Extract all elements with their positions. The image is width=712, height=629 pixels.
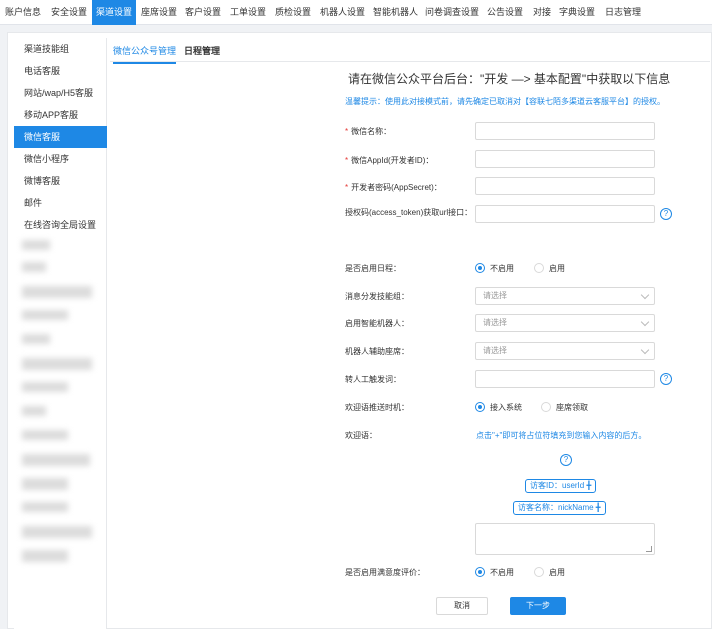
chevron-down-icon [640, 345, 650, 355]
top-nav: 账户信息 安全设置 渠道设置 座席设置 客户设置 工单设置 质检设置 机器人设置… [0, 0, 712, 25]
sidebar-item-email[interactable]: 邮件 [14, 192, 107, 214]
redacted-item [22, 454, 90, 466]
required-mark: * [345, 127, 349, 136]
nav-ticket-settings[interactable]: 工单设置 [230, 0, 266, 25]
sidebar-item-phone[interactable]: 电话客服 [14, 60, 107, 82]
tab-wechat-official-account[interactable]: 微信公众号管理 [113, 40, 177, 64]
redacted-item [22, 240, 50, 250]
sidebar-item-app[interactable]: 移动APP客服 [14, 104, 107, 126]
redacted-item [22, 526, 92, 538]
help-icon[interactable]: ? [560, 454, 572, 466]
schedule-off-label: 不启用 [490, 264, 514, 273]
appid-label: * 微信AppId(开发者ID)： [345, 156, 434, 165]
schedule-off-radio[interactable] [475, 263, 485, 273]
nav-security-settings[interactable]: 安全设置 [51, 0, 87, 25]
redacted-item [22, 310, 68, 320]
redacted-item [22, 382, 68, 392]
satisfaction-label: 是否启用满意度评价： [345, 568, 425, 577]
welcome-note: 点击"+"即可将占位符填充到您输入内容的后方。 [476, 431, 647, 440]
next-step-button[interactable]: 下一步 [510, 597, 566, 615]
redacted-item [22, 430, 68, 440]
sidebar-item-wechat[interactable]: 微信客服 [14, 126, 107, 148]
insert-userid-button[interactable]: 访客ID：userId ╋ [525, 479, 597, 493]
nav-survey-settings[interactable]: 问卷调查设置 [425, 0, 479, 25]
tab-schedule-management[interactable]: 日程管理 [184, 40, 220, 62]
required-mark: * [345, 156, 349, 165]
nav-integration[interactable]: 对接 [533, 0, 551, 25]
satisfaction-on-radio[interactable] [534, 567, 544, 577]
appsecret-label: * 开发者密码(AppSecret)： [345, 183, 442, 192]
nav-channel-settings[interactable]: 渠道设置 [92, 0, 136, 25]
sidebar-item-global-settings[interactable]: 在线咨询全局设置 [14, 214, 107, 236]
timing-access-radio[interactable] [475, 402, 485, 412]
schedule-on-radio[interactable] [534, 263, 544, 273]
wechat-name-input[interactable] [475, 122, 655, 140]
nav-dictionary-settings[interactable]: 字典设置 [559, 0, 595, 25]
nav-notice-settings[interactable]: 公告设置 [487, 0, 523, 25]
nav-seat-settings[interactable]: 座席设置 [141, 0, 177, 25]
sidebar-item-weibo[interactable]: 微博客服 [14, 170, 107, 192]
skill-group-select[interactable]: 请选择 [475, 287, 655, 305]
channel-sidebar: 渠道技能组 电话客服 网站/wap/H5客服 移动APP客服 微信客服 微信小程… [14, 38, 107, 629]
auth-url-label: 授权码(access_token)获取url接口： [345, 208, 473, 217]
transfer-word-input[interactable] [475, 370, 655, 388]
chevron-down-icon [640, 317, 650, 327]
redacted-item [22, 550, 68, 562]
schedule-on-label: 启用 [549, 264, 565, 273]
auth-url-input[interactable] [475, 205, 655, 223]
timing-access-label: 接入系统 [490, 403, 522, 412]
redacted-item [22, 502, 68, 512]
nav-log-management[interactable]: 日志管理 [605, 0, 641, 25]
nav-customer-settings[interactable]: 客户设置 [185, 0, 221, 25]
appid-input[interactable] [475, 150, 655, 168]
insert-nickname-button[interactable]: 访客名称：nickName ╋ [513, 501, 606, 515]
welcome-timing-label: 欢迎语推送时机： [345, 403, 409, 412]
satisfaction-on-label: 启用 [549, 568, 565, 577]
sidebar-item-web[interactable]: 网站/wap/H5客服 [14, 82, 107, 104]
timing-claim-radio[interactable] [541, 402, 551, 412]
nav-smart-robot[interactable]: 智能机器人 [373, 0, 418, 25]
timing-claim-label: 座席领取 [556, 403, 588, 412]
satisfaction-off-radio[interactable] [475, 567, 485, 577]
enable-schedule-label: 是否启用日程： [345, 264, 401, 273]
help-icon[interactable]: ? [660, 208, 672, 220]
welcome-textarea[interactable] [475, 523, 655, 555]
nav-account-info[interactable]: 账户信息 [5, 0, 41, 25]
help-icon[interactable]: ? [660, 373, 672, 385]
nav-robot-settings[interactable]: 机器人设置 [320, 0, 365, 25]
required-mark: * [345, 183, 349, 192]
redacted-item [22, 358, 92, 370]
redacted-item [22, 334, 50, 344]
nav-qc-settings[interactable]: 质检设置 [275, 0, 311, 25]
redacted-item [22, 286, 92, 298]
redacted-item [22, 406, 46, 416]
chevron-down-icon [640, 290, 650, 300]
page-title: 请在微信公众平台后台："开发 —> 基本配置"中获取以下信息 [348, 72, 671, 86]
redacted-item [22, 262, 46, 272]
wechat-name-label: * 微信名称： [345, 127, 392, 136]
tab-divider [110, 61, 710, 62]
redacted-item [22, 478, 68, 490]
transfer-word-label: 转人工触发词： [345, 375, 401, 384]
appsecret-input[interactable] [475, 177, 655, 195]
warm-hint: 温馨提示：使用此对接模式前，请先确定已取消对【容联七陌多渠道云客服平台】的授权。 [345, 97, 665, 106]
sidebar-item-skill-group[interactable]: 渠道技能组 [14, 38, 107, 60]
cancel-button[interactable]: 取消 [436, 597, 488, 615]
robot-label: 启用智能机器人： [345, 319, 409, 328]
sidebar-item-miniprogram[interactable]: 微信小程序 [14, 148, 107, 170]
skill-group-label: 消息分发技能组： [345, 292, 409, 301]
assist-seat-label: 机器人辅助座席： [345, 347, 409, 356]
satisfaction-off-label: 不启用 [490, 568, 514, 577]
assist-seat-select[interactable]: 请选择 [475, 342, 655, 360]
welcome-label: 欢迎语： [345, 431, 377, 440]
robot-select[interactable]: 请选择 [475, 314, 655, 332]
